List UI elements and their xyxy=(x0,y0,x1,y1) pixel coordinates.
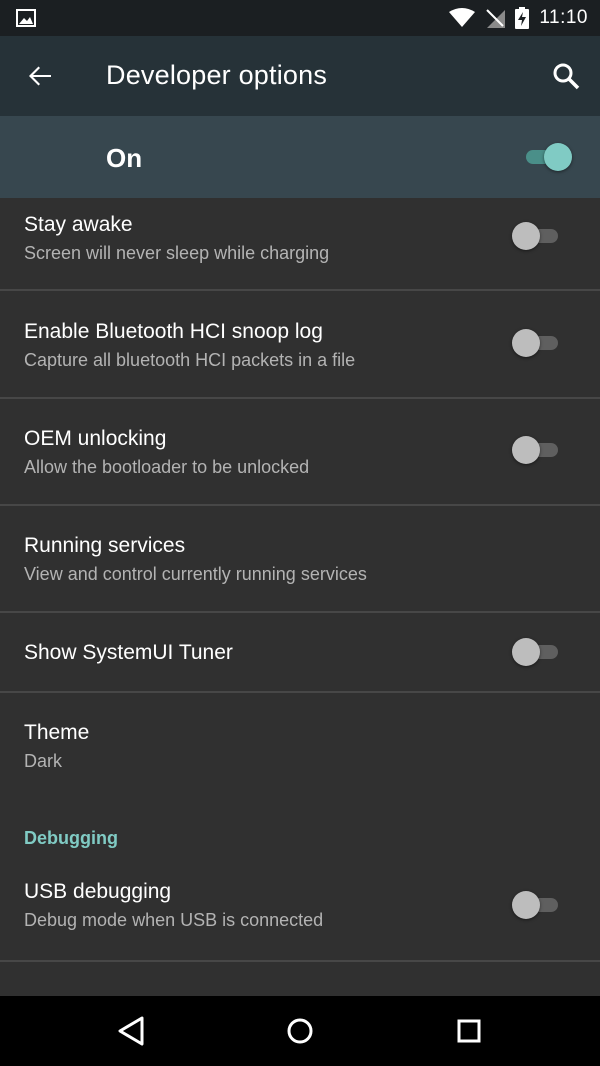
setting-title: OEM unlocking xyxy=(24,427,167,450)
navigation-bar xyxy=(0,996,600,1066)
switch-thumb xyxy=(512,891,540,919)
setting-summary: View and control currently running servi… xyxy=(24,564,367,584)
back-triangle-icon[interactable] xyxy=(113,1013,149,1049)
master-switch-label: On xyxy=(106,143,143,173)
divider xyxy=(0,960,600,962)
usb-debugging-switch[interactable] xyxy=(512,890,564,920)
settings-list[interactable]: Stay awake Screen will never sleep while… xyxy=(0,198,600,996)
switch-thumb xyxy=(544,143,572,171)
master-switch-toggle[interactable] xyxy=(520,142,572,172)
image-icon xyxy=(16,9,36,27)
setting-oem-unlocking[interactable]: OEM unlocking Allow the bootloader to be… xyxy=(0,399,600,505)
setting-title: USB debugging xyxy=(24,880,172,903)
stay-awake-switch[interactable] xyxy=(512,221,564,251)
setting-summary: Allow the bootloader to be unlocked xyxy=(24,457,310,477)
wifi-icon xyxy=(449,8,476,27)
setting-summary: Capture all bluetooth HCI packets in a f… xyxy=(24,350,356,370)
setting-usb-debugging[interactable]: USB debugging Debug mode when USB is con… xyxy=(0,866,600,960)
setting-summary: Screen will never sleep while charging xyxy=(24,243,330,263)
setting-title: Running services xyxy=(24,534,186,557)
switch-thumb xyxy=(512,329,540,357)
setting-summary: Dark xyxy=(24,751,63,771)
category-debugging: Debugging xyxy=(24,828,118,848)
setting-running-services[interactable]: Running services View and control curren… xyxy=(0,506,600,612)
setting-summary: Debug mode when USB is connected xyxy=(24,910,324,930)
setting-show-systemui-tuner[interactable]: Show SystemUI Tuner xyxy=(0,613,600,691)
setting-stay-awake[interactable]: Stay awake Screen will never sleep while… xyxy=(0,198,600,290)
clock: 11:10 xyxy=(539,7,588,28)
status-bar: 11:10 xyxy=(0,0,600,36)
switch-thumb xyxy=(512,436,540,464)
page-title: Developer options xyxy=(106,60,328,90)
setting-theme[interactable]: Theme Dark xyxy=(0,693,600,793)
search-icon[interactable] xyxy=(550,60,582,92)
setting-bluetooth-hci-snoop-log[interactable]: Enable Bluetooth HCI snoop log Capture a… xyxy=(0,291,600,397)
recents-square-icon[interactable] xyxy=(451,1013,487,1049)
setting-title: Theme xyxy=(24,721,90,744)
systemui-tuner-switch[interactable] xyxy=(512,637,564,667)
oem-unlocking-switch[interactable] xyxy=(512,435,564,465)
arrow-back-icon[interactable] xyxy=(24,60,56,92)
setting-title: Stay awake xyxy=(24,213,133,236)
battery-charging-icon xyxy=(515,7,530,29)
home-circle-icon[interactable] xyxy=(282,1013,318,1049)
switch-thumb xyxy=(512,638,540,666)
app-bar: Developer options xyxy=(0,36,600,116)
setting-title: Show SystemUI Tuner xyxy=(24,641,233,664)
no-sim-icon xyxy=(486,9,506,28)
master-switch-bar[interactable]: On xyxy=(0,116,600,198)
bluetooth-hci-snoop-switch[interactable] xyxy=(512,328,564,358)
switch-thumb xyxy=(512,222,540,250)
setting-title: Enable Bluetooth HCI snoop log xyxy=(24,320,323,343)
